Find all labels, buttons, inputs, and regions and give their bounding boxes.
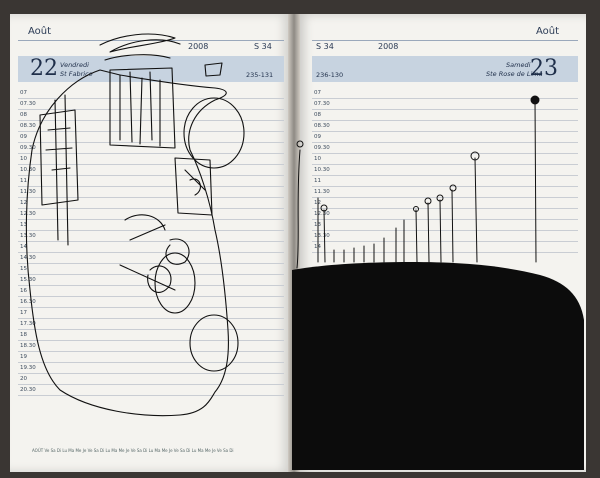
- diary-spread: Août 2008 S 34 22 Vendredi St Fabrice 23…: [0, 0, 600, 478]
- upper-oval: [183, 97, 245, 169]
- top-scribble: [99, 33, 181, 61]
- ink-drawing-layer: [25, 33, 584, 470]
- middle-figure: [119, 157, 213, 293]
- left-rectangles: [39, 94, 79, 246]
- black-ink-mass: [292, 262, 584, 470]
- flower-stems: [296, 99, 537, 269]
- drawn-block: [109, 67, 176, 149]
- lower-oval: [189, 314, 239, 372]
- small-oval: [154, 252, 196, 314]
- small-scribble: [204, 62, 223, 77]
